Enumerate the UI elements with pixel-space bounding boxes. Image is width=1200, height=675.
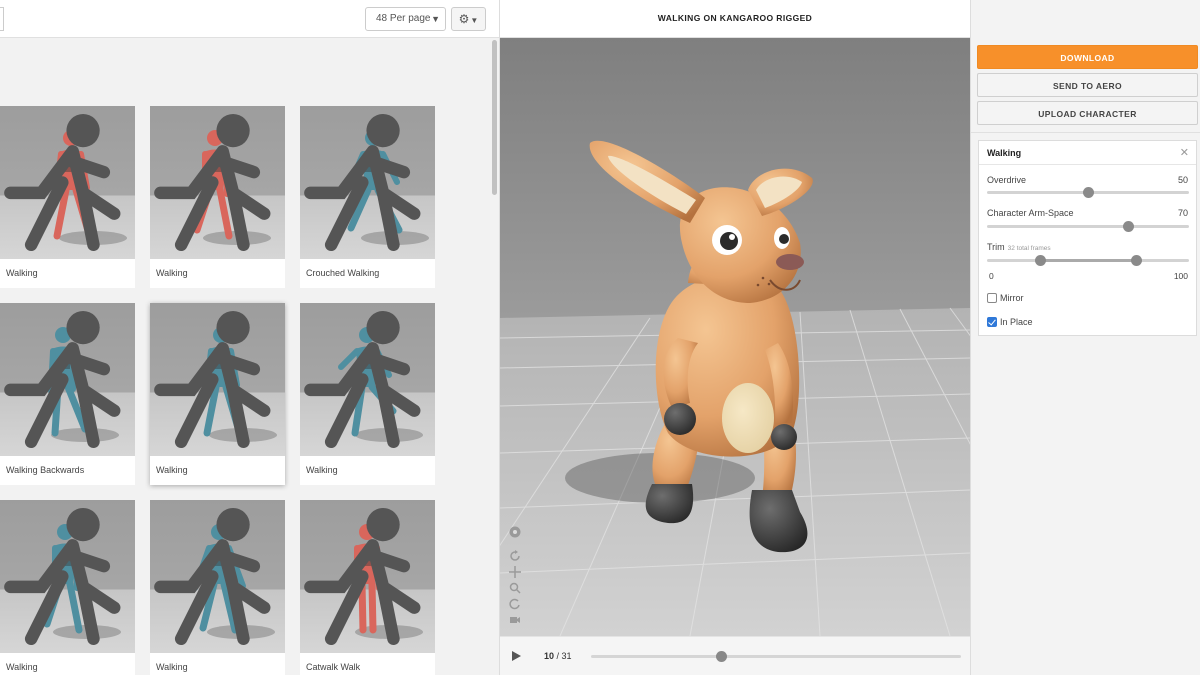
animation-thumbnail[interactable] (150, 106, 285, 259)
animation-card-label: Walking Backwards (6, 465, 85, 475)
overdrive-slider-thumb[interactable] (1083, 187, 1094, 198)
animation-card-label: Walking (6, 268, 38, 278)
animation-thumbnail[interactable] (0, 106, 135, 259)
running-icon (304, 113, 421, 252)
animation-card-label: Walking (306, 465, 338, 475)
trim-min-label: 0 (989, 271, 994, 281)
arm-space-slider[interactable] (987, 221, 1189, 232)
camera-icon[interactable] (509, 614, 521, 626)
viewer-header: WALKING ON KANGAROO RIGGED (500, 0, 970, 38)
reset-icon[interactable] (509, 598, 521, 610)
current-frame: 10 (544, 651, 555, 661)
viewer-title: WALKING ON KANGAROO RIGGED (657, 13, 813, 23)
running-icon (154, 113, 271, 252)
animation-params-card: Walking ✕ Overdrive 50 Character Arm-Spa… (978, 140, 1197, 336)
animation-thumbnail[interactable] (300, 500, 435, 653)
per-page-select[interactable]: 48 Per page ▼ (365, 7, 446, 31)
library-scrollbar[interactable] (491, 38, 498, 675)
animation-thumbnail[interactable] (0, 303, 135, 456)
trim-start-thumb[interactable] (1034, 255, 1046, 266)
animation-library: 48 Per page ▼ ⚙▼ Walking Walking Crouche… (0, 0, 500, 675)
animation-card[interactable]: Crouched Walking (300, 106, 435, 288)
settings-button[interactable]: ⚙▼ (451, 7, 486, 31)
trim-max-label: 100 (1173, 271, 1188, 281)
upload-character-button[interactable]: UPLOAD CHARACTER (977, 101, 1198, 125)
zoom-icon[interactable] (509, 582, 521, 594)
per-page-value: 48 Per page (376, 13, 431, 24)
in-place-checkbox[interactable] (987, 317, 997, 327)
trim-range (1039, 259, 1137, 262)
library-toolbar: 48 Per page ▼ ⚙▼ (0, 0, 499, 38)
params-header: Walking ✕ (979, 141, 1196, 165)
animation-card[interactable]: Catwalk Walk (300, 500, 435, 675)
total-frames: 31 (561, 651, 572, 661)
animation-card-label: Crouched Walking (306, 268, 380, 278)
animation-thumbnail[interactable] (300, 303, 435, 456)
animation-card-label: Walking (156, 268, 188, 278)
divider (971, 132, 1200, 133)
animation-card[interactable]: Walking Backwards (0, 303, 135, 485)
params-title: Walking (987, 148, 1022, 158)
eye-icon[interactable] (509, 526, 521, 538)
trim-label: Trim 32 total frames (987, 242, 1051, 252)
animation-card-label: Walking (6, 662, 38, 672)
running-icon (4, 507, 121, 646)
animation-card[interactable]: Walking (150, 500, 285, 675)
running-icon (4, 113, 121, 252)
kangaroo-scene (500, 38, 970, 636)
animation-thumbnail[interactable] (150, 303, 285, 456)
animation-card[interactable]: Walking (150, 106, 285, 288)
rotate-icon[interactable] (509, 550, 521, 562)
trim-slider[interactable] (987, 255, 1189, 266)
mirror-checkbox[interactable] (987, 293, 997, 303)
chevron-down-icon: ▼ (431, 14, 440, 24)
overdrive-label: Overdrive (987, 175, 1027, 185)
in-place-label: In Place (1000, 317, 1033, 327)
timeline-slider[interactable] (591, 651, 961, 662)
animation-card[interactable]: Walking (0, 500, 135, 675)
mirror-label: Mirror (1000, 293, 1024, 303)
scrollbar-thumb[interactable] (492, 40, 497, 195)
move-icon[interactable] (509, 566, 521, 578)
animation-card-label: Walking (156, 465, 188, 475)
send-to-aero-button[interactable]: SEND TO AERO (977, 73, 1198, 97)
animation-thumbnail[interactable] (300, 106, 435, 259)
3d-viewport[interactable] (500, 38, 970, 636)
animation-card[interactable]: Walking (0, 106, 135, 288)
caret-down-icon: ▼ (470, 16, 479, 25)
overdrive-slider[interactable] (987, 187, 1189, 198)
running-icon (154, 310, 271, 449)
animation-card[interactable]: Walking (300, 303, 435, 485)
animation-card[interactable]: Walking (150, 303, 285, 485)
play-icon[interactable] (510, 650, 522, 662)
animation-card-label: Catwalk Walk (306, 662, 361, 672)
trim-frames-hint: 32 total frames (1007, 245, 1051, 252)
arm-space-value: 70 (1177, 208, 1188, 218)
running-icon (4, 310, 121, 449)
animation-thumbnail[interactable] (0, 500, 135, 653)
overdrive-value: 50 (1177, 175, 1188, 185)
download-button[interactable]: DOWNLOAD (977, 45, 1198, 69)
running-icon (304, 310, 421, 449)
close-icon[interactable]: ✕ (1180, 146, 1189, 159)
timeline-thumb[interactable] (715, 651, 727, 662)
running-icon (304, 507, 421, 646)
gear-icon: ⚙ (458, 12, 470, 26)
animation-card-label: Walking (156, 662, 188, 672)
frame-counter: 10 / 31 (544, 651, 572, 661)
playback-bar: 10 / 31 (500, 636, 970, 675)
arm-space-label: Character Arm-Space (987, 208, 1074, 218)
animation-thumbnail[interactable] (150, 500, 285, 653)
settings-panel: DOWNLOAD SEND TO AERO UPLOAD CHARACTER W… (970, 0, 1200, 675)
running-icon (154, 507, 271, 646)
search-input[interactable] (0, 7, 4, 31)
trim-label-text: Trim (987, 242, 1005, 252)
trim-end-thumb[interactable] (1131, 255, 1143, 266)
arm-space-slider-thumb[interactable] (1123, 221, 1135, 232)
